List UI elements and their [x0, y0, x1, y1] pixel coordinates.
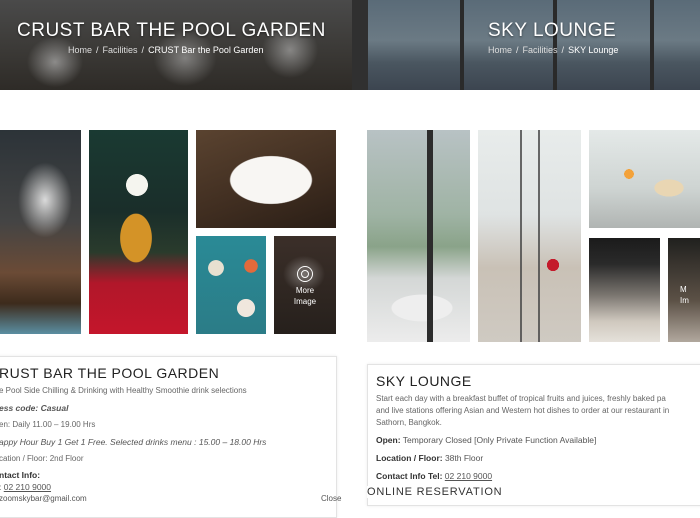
breadcrumb-facilities[interactable]: Facilities [523, 45, 558, 55]
gallery-photo-pineapple-drink[interactable] [89, 130, 188, 334]
contact-label: Contact Info Tel: [376, 471, 443, 481]
breadcrumb-home[interactable]: Home [488, 45, 512, 55]
banner-divider [352, 0, 368, 90]
gallery-photo-pool[interactable] [0, 130, 81, 334]
happy-hour: appy Hour Buy 1 Get 1 Free. Selected dri… [0, 437, 267, 447]
card-description-line: Start each day with a breakfast buffet o… [376, 394, 666, 403]
page-title: SKY LOUNGE [488, 20, 617, 41]
open-value: Temporary Closed [Only Private Function … [400, 435, 597, 445]
more-image-label: M [680, 285, 687, 294]
card-description-line: Sathorn, Bangkok. [376, 418, 442, 427]
more-image-button[interactable]: M Im [668, 238, 700, 342]
banner-sky-lounge: SKY LOUNGE Home / Facilities / SKY Lounge [368, 0, 700, 90]
breadcrumb-separator: / [96, 45, 99, 55]
online-reservation-button[interactable]: ONLINE RESERVATION [367, 486, 503, 498]
card-title: RUST BAR THE POOL GARDEN [0, 365, 220, 381]
tel-link[interactable]: 02 210 9000 [445, 471, 492, 481]
more-image-label: More [295, 286, 315, 295]
zoom-icon [297, 266, 313, 282]
more-image-overlay: More Image [274, 266, 336, 307]
breadcrumb-current: SKY Lounge [568, 45, 619, 55]
gallery-photo-tea-stand[interactable] [478, 130, 581, 342]
open-label: Open: [376, 435, 401, 445]
gallery-photo-lounge-interior[interactable] [589, 238, 660, 342]
contact-tel: Contact Info Tel: 02 210 9000 [376, 471, 492, 481]
card-description: e Pool Side Chilling & Drinking with Hea… [0, 386, 247, 395]
opening-hours: Open: Temporary Closed [Only Private Fun… [376, 435, 596, 445]
opening-hours: en: Daily 11.00 – 19.00 Hrs [0, 420, 96, 429]
more-image-overlay: M Im [680, 284, 700, 306]
breadcrumb-separator: / [141, 45, 145, 55]
breadcrumb-facilities[interactable]: Facilities [103, 45, 138, 55]
location-label: Location / Floor: [376, 453, 443, 463]
breadcrumb-current: CRUST Bar the Pool Garden [148, 45, 264, 55]
gallery-photo-breakfast-plate[interactable] [589, 130, 700, 228]
gallery-photo-dish[interactable] [196, 130, 336, 228]
contact-tel: : 02 210 9000 [0, 482, 51, 492]
venue-info-card: SKY LOUNGE Start each day with a breakfa… [367, 364, 700, 506]
breadcrumb: Home / Facilities / CRUST Bar the Pool Garde… [68, 45, 263, 55]
gallery-photo-table-food[interactable] [196, 236, 266, 334]
location-value: 38th Floor [442, 453, 484, 463]
dress-code: ess code: Casual [0, 403, 69, 413]
breadcrumb-separator: / [516, 45, 519, 55]
more-image-button[interactable]: More Image [274, 236, 336, 334]
breadcrumb: Home / Facilities / SKY Lounge [488, 45, 618, 55]
close-button[interactable]: Close [321, 494, 341, 503]
more-image-label: Im [680, 296, 689, 305]
more-image-label: Image [293, 297, 317, 306]
page-title: CRUST BAR THE POOL GARDEN [17, 20, 326, 41]
venue-info-card: RUST BAR THE POOL GARDEN e Pool Side Chi… [0, 356, 341, 518]
gallery-photo-window-table[interactable] [367, 130, 470, 342]
location-floor: cation / Floor: 2nd Floor [0, 454, 84, 463]
banner-crust-bar: CRUST BAR THE POOL GARDEN Home / Facilitie… [0, 0, 352, 90]
contact-email[interactable]: zoomskybar@gmail.com [0, 494, 87, 503]
card-description-line: and live stations offering Asian and Wes… [376, 406, 670, 415]
location-floor: Location / Floor: 38th Floor [376, 453, 483, 463]
breadcrumb-home[interactable]: Home [68, 45, 92, 55]
breadcrumb-separator: / [561, 45, 565, 55]
card-title: SKY LOUNGE [376, 373, 472, 389]
tel-link[interactable]: 02 210 9000 [4, 482, 51, 492]
contact-info-label: ntact Info: [0, 470, 41, 480]
